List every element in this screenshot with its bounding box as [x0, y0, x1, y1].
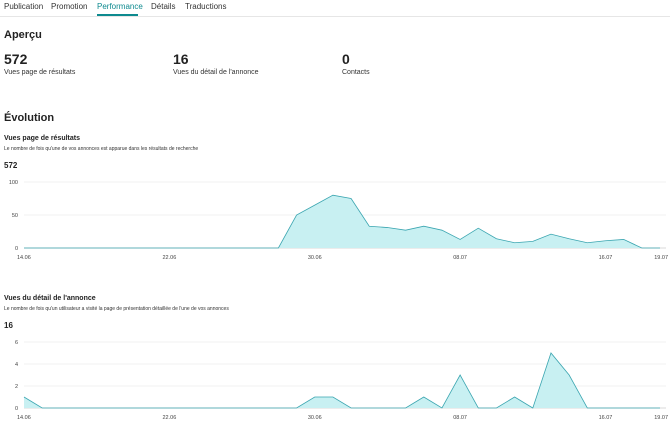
- chart1-total: 572: [4, 161, 18, 170]
- chart1-x-tick-label: 30.06: [308, 255, 322, 261]
- tab-traductions[interactable]: Traductions: [185, 2, 227, 12]
- chart2-x-tick-label: 16.07: [599, 415, 613, 421]
- active-tab-indicator: [97, 14, 138, 16]
- chart1-y-tick-label: 0: [15, 246, 18, 252]
- kpi-results-views-label: Vues page de résultats: [4, 69, 76, 76]
- chart1-x-tick-label: 14.06: [17, 255, 31, 261]
- chart2-area: [24, 353, 660, 408]
- chart1-title: Vues page de résultats: [4, 135, 80, 142]
- kpi-detail-views-label: Vues du détail de l'annonce: [173, 69, 259, 76]
- chart2-total: 16: [4, 321, 13, 330]
- chart2-x-tick-label: 30.06: [308, 415, 322, 421]
- chart2-y-tick-label: 2: [15, 384, 18, 390]
- kpi-results-views-value: 572: [4, 51, 28, 67]
- overview-title: Aperçu: [4, 29, 42, 41]
- chart1-y-tick-label: 100: [9, 180, 18, 186]
- chart1-x-tick-label: 16.07: [599, 255, 613, 261]
- chart2-x-tick-label: 22.06: [162, 415, 176, 421]
- chart2-y-tick-label: 0: [15, 406, 18, 412]
- chart2-x-tick-label: 14.06: [17, 415, 31, 421]
- tab-details[interactable]: Détails: [151, 2, 175, 12]
- chart1-x-tick-label: 19.07: [654, 255, 668, 261]
- chart2-y-tick-label: 4: [15, 362, 18, 368]
- chart1-x-tick-label: 22.06: [162, 255, 176, 261]
- chart1-subtitle: Le nombre de fois qu'une de vos annonces…: [4, 146, 199, 152]
- kpi-detail-views-value: 16: [173, 51, 189, 67]
- chart-detail-views: 0 2 4 6 14.06 22.06 30.06 08.07 16.07 19.07: [15, 340, 668, 421]
- tab-bar: Publication Promotion Performance Détail…: [0, 0, 670, 17]
- chart1-x-tick-label: 08.07: [453, 255, 467, 261]
- tab-performance[interactable]: Performance: [97, 2, 143, 12]
- evolution-title: Évolution: [4, 112, 55, 124]
- chart2-title: Vues du détail de l'annonce: [4, 295, 96, 302]
- chart2-x-tick-label: 19.07: [654, 415, 668, 421]
- chart-results-views: 0 50 100 14.06 22.06 30.06 08.07 16.07 19.07: [9, 180, 668, 261]
- chart2-x-tick-label: 08.07: [453, 415, 467, 421]
- kpi-contacts-label: Contacts: [342, 69, 370, 76]
- chart2-y-tick-label: 6: [15, 340, 18, 346]
- chart2-subtitle: Le nombre de fois qu'un utilisateur a vi…: [4, 306, 229, 312]
- tab-promotion[interactable]: Promotion: [51, 2, 87, 12]
- chart1-area: [24, 195, 660, 248]
- kpi-contacts-value: 0: [342, 51, 350, 67]
- tab-publication[interactable]: Publication: [4, 2, 43, 12]
- chart1-y-tick-label: 50: [12, 213, 18, 219]
